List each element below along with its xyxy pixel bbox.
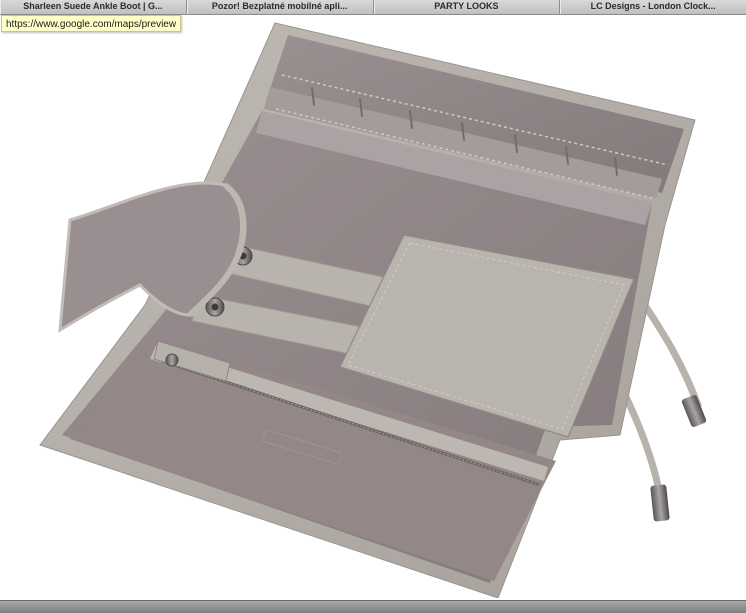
cord-tip-icon <box>681 395 707 427</box>
window-bottom-bar <box>0 600 746 613</box>
browser-tab[interactable]: PARTY LOOKS <box>374 0 561 14</box>
jewelry-roll-image <box>39 22 707 598</box>
browser-tab[interactable]: Pozor! Bezplatné mobilné apli... <box>187 0 374 14</box>
browser-tab-bar: Sharleen Suede Ankle Boot | G... Pozor! … <box>0 0 746 15</box>
browser-tab[interactable]: Sharleen Suede Ankle Boot | G... <box>0 0 187 14</box>
link-url-tooltip: https://www.google.com/maps/preview <box>1 15 182 32</box>
cord-tip-icon <box>650 484 670 522</box>
page-content <box>0 15 746 598</box>
browser-tab[interactable]: LC Designs - London Clock... <box>560 0 746 14</box>
